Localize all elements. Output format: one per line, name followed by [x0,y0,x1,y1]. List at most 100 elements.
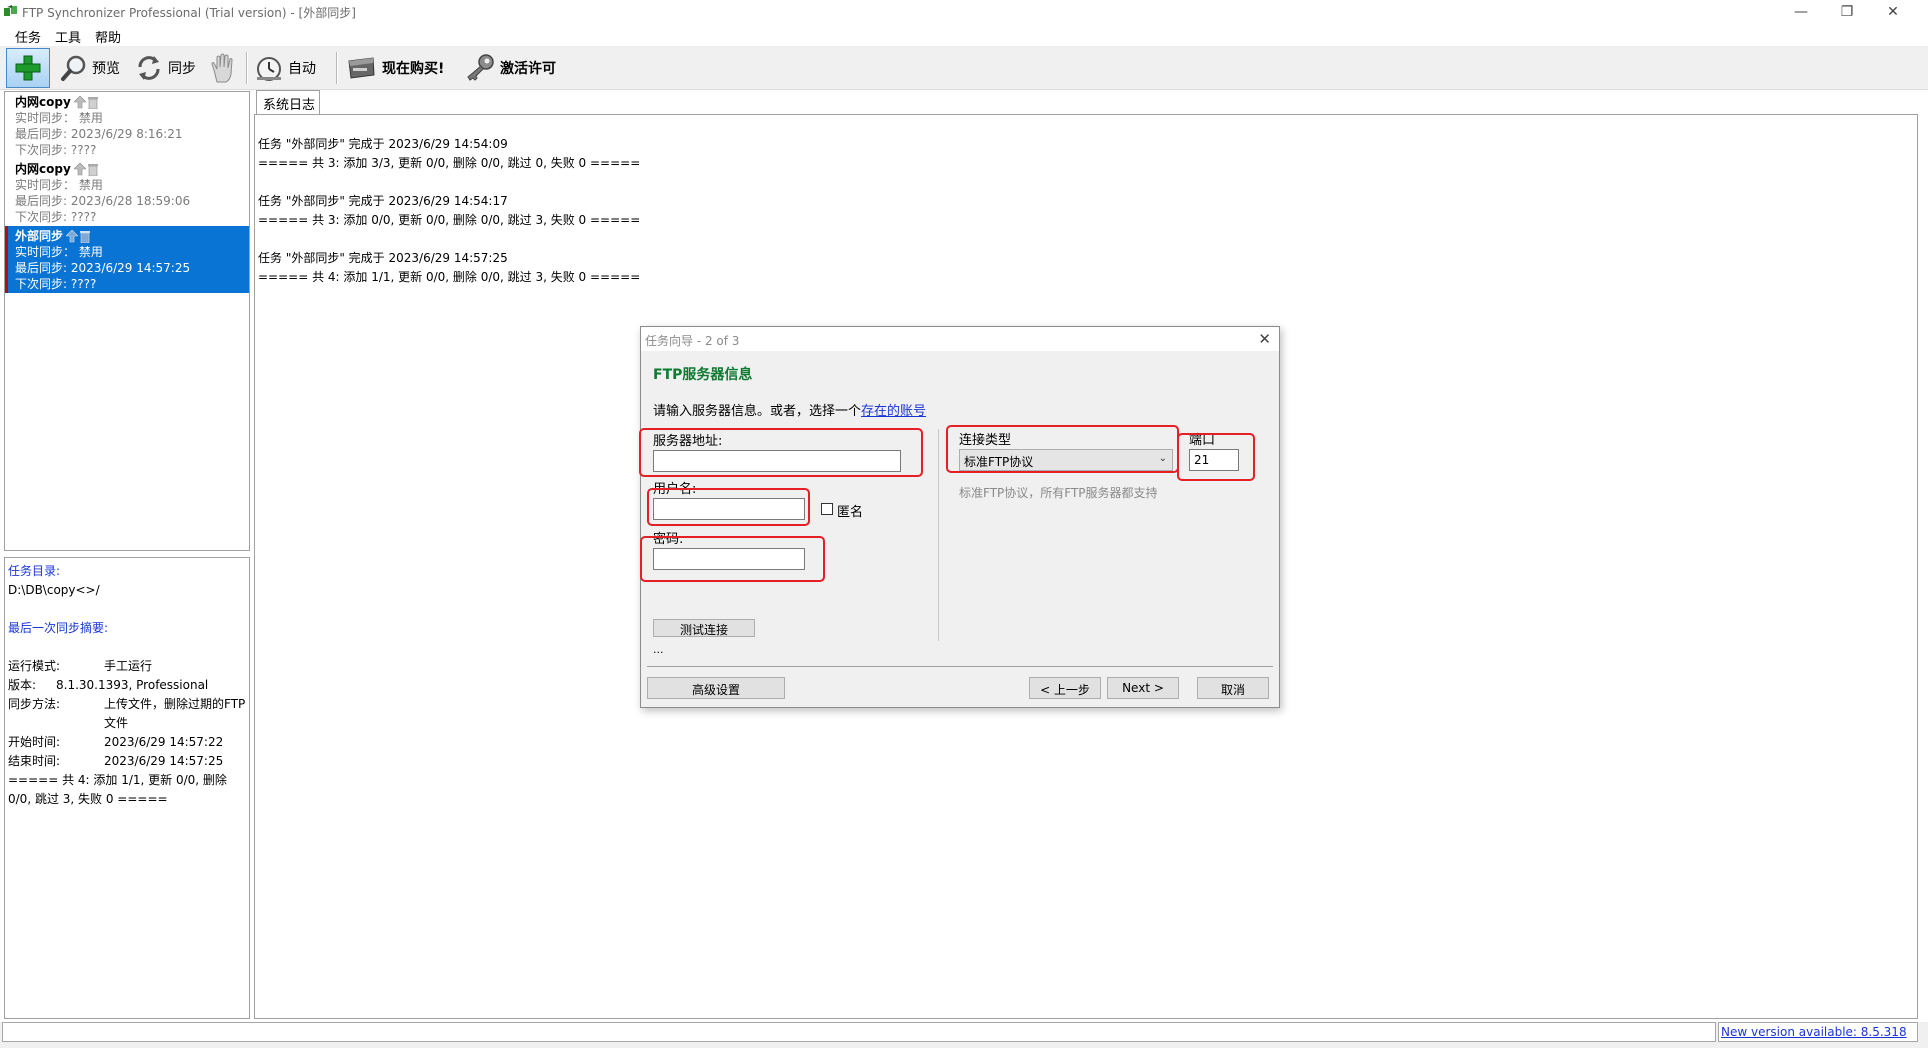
dialog-title: 任务向导 - 2 of 3 [645,334,740,348]
task-item[interactable]: 内网copy 实时同步： 禁用 最后同步: 2023/6/28 18:59:06… [5,159,249,226]
menu-task[interactable]: 任务 [8,24,48,46]
window-title: FTP Synchronizer Professional (Trial ver… [22,6,356,20]
buy-now-label: 现在购买! [382,61,445,77]
highlight-box [946,425,1179,473]
task-next-sync: 下次同步: ???? [15,210,97,224]
activate-license-button[interactable]: 激活许可 [464,49,556,87]
info-value: 上传文件，删除过期的FTP文件 [104,697,246,730]
task-realtime: 实时同步： 禁用 [15,245,103,259]
dialog-intro: 请输入服务器信息。或者，选择一个存在的账号 [653,400,926,419]
task-list: 内网copy 实时同步： 禁用 最后同步: 2023/6/29 8:16:21 … [4,91,250,551]
tab-system-log[interactable]: 系统日志 [256,90,320,114]
log-line: 任务 "外部同步" 完成于 2023/6/29 14:57:25 [258,251,508,265]
toolbar: 预览 同步 自动 现在购买! 激活许可 [0,46,1928,90]
info-row: 同步方法: 上传文件，删除过期的FTP文件 [8,695,246,733]
highlight-box [647,488,810,526]
activate-license-label: 激活许可 [500,61,556,77]
log-line: ===== 共 4: 添加 1/1, 更新 0/0, 删除 0/0, 跳过 3,… [258,270,641,284]
last-sync-summary-heading: 最后一次同步摘要: [8,621,109,635]
auto-label: 自动 [288,61,316,77]
anonymous-checkbox[interactable] [821,503,833,515]
log-line: ===== 共 3: 添加 3/3, 更新 0/0, 删除 0/0, 跳过 0,… [258,156,641,170]
key-icon [467,54,494,81]
dialog-title-bar: 任务向导 - 2 of 3 ✕ [641,327,1279,351]
cancel-button[interactable]: 取消 [1197,677,1269,699]
title-bar: FTP Synchronizer Professional (Trial ver… [0,0,1928,24]
stop-button[interactable] [208,49,238,87]
log-line: 任务 "外部同步" 完成于 2023/6/29 14:54:17 [258,194,508,208]
dialog-horizontal-separator [647,666,1273,667]
connection-type-hint: 标准FTP协议，所有FTP服务器都支持 [959,486,1158,500]
task-item[interactable]: 内网copy 实时同步： 禁用 最后同步: 2023/6/29 8:16:21 … [5,92,249,159]
connection-status-text: ... [653,643,664,656]
upload-icon [73,162,86,175]
task-name: 内网copy [15,95,71,109]
info-row: 开始时间: 2023/6/29 14:57:22 [8,733,246,752]
task-realtime: 实时同步： 禁用 [15,111,103,125]
info-value: 2023/6/29 14:57:22 [104,735,224,749]
info-key: 运行模式: [8,659,61,673]
info-row: 结束时间: 2023/6/29 14:57:25 [8,752,246,771]
sync-button[interactable]: 同步 [134,49,196,87]
highlight-box [639,428,923,477]
auto-button[interactable]: 自动 [254,49,316,87]
buy-now-button[interactable]: 现在购买! [346,49,444,87]
info-row: 版本: 8.1.30.1393, Professional [8,676,246,695]
menu-tools[interactable]: 工具 [48,24,88,46]
dialog-close-button[interactable]: ✕ [1258,330,1271,348]
task-wizard-dialog: 任务向导 - 2 of 3 ✕ FTP服务器信息 请输入服务器信息。或者，选择一… [639,326,1280,708]
advanced-settings-button[interactable]: 高级设置 [647,677,785,699]
upload-icon [66,229,79,242]
task-last-sync: 最后同步: 2023/6/29 8:16:21 [15,127,183,141]
log-entry: 任务 "外部同步" 完成于 2023/6/29 14:54:09 ===== 共… [258,135,1914,173]
toolbar-separator [246,52,248,84]
anonymous-label: 匿名 [837,505,864,520]
plus-icon [15,55,41,81]
dialog-header: FTP服务器信息 [653,367,753,383]
close-window-button[interactable]: ✕ [1870,0,1916,24]
trash-icon [87,163,98,176]
add-task-button[interactable] [6,48,50,88]
clock-icon [257,57,281,81]
status-message [2,1022,1716,1042]
new-version-link[interactable]: New version available: 8.5.318 [1718,1022,1918,1042]
hand-stop-icon [211,53,233,83]
magnifier-icon [61,55,86,81]
preview-button[interactable]: 预览 [60,49,120,87]
task-name: 内网copy [15,162,71,176]
minimize-button[interactable]: — [1778,0,1824,24]
menu-bar: 任务 工具 帮助 [0,24,1928,46]
preview-label: 预览 [92,61,120,77]
log-line: ===== 共 3: 添加 0/0, 更新 0/0, 删除 0/0, 跳过 3,… [258,213,641,227]
trash-icon [80,230,91,243]
test-connection-button[interactable]: 测试连接 [653,619,755,637]
sync-label: 同步 [168,61,196,77]
task-dir-value: D:\DB\copy<>/ [8,583,100,597]
dialog-intro-text: 请输入服务器信息。或者，选择一个 [653,404,862,419]
sync-result-summary: ===== 共 4: 添加 1/1, 更新 0/0, 删除 0/0, 跳过 3,… [8,773,227,806]
task-dir-heading: 任务目录: [8,564,61,578]
info-key: 结束时间: [8,754,61,768]
next-button[interactable]: Next > [1107,677,1179,699]
menu-help[interactable]: 帮助 [88,24,128,46]
log-entry: 任务 "外部同步" 完成于 2023/6/29 14:54:17 ===== 共… [258,192,1914,230]
info-value: 8.1.30.1393, Professional [56,678,209,692]
back-button[interactable]: < 上一步 [1029,677,1101,699]
log-entry: 任务 "外部同步" 完成于 2023/6/29 14:57:25 ===== 共… [258,249,1914,287]
task-item-selected[interactable]: 外部同步 实时同步： 禁用 最后同步: 2023/6/29 14:57:25 下… [5,226,249,293]
task-next-sync: 下次同步: ???? [15,143,97,157]
info-key: 同步方法: [8,697,61,711]
task-last-sync: 最后同步: 2023/6/29 14:57:25 [15,261,191,275]
info-value: 手工运行 [104,659,153,673]
task-last-sync: 最后同步: 2023/6/28 18:59:06 [15,194,191,208]
existing-account-link[interactable]: 存在的账号 [861,404,926,419]
highlight-box [1177,433,1255,481]
task-info-panel: 任务目录: D:\DB\copy<>/ 最后一次同步摘要: 运行模式: 手工运行… [4,557,250,1019]
cart-icon [348,57,375,79]
app-icon [4,5,17,16]
restore-button[interactable]: ❐ [1824,0,1870,24]
toolbar-separator [336,52,338,84]
info-value: 2023/6/29 14:57:25 [104,754,224,768]
sync-arrows-icon [138,56,160,80]
highlight-box [640,536,825,582]
